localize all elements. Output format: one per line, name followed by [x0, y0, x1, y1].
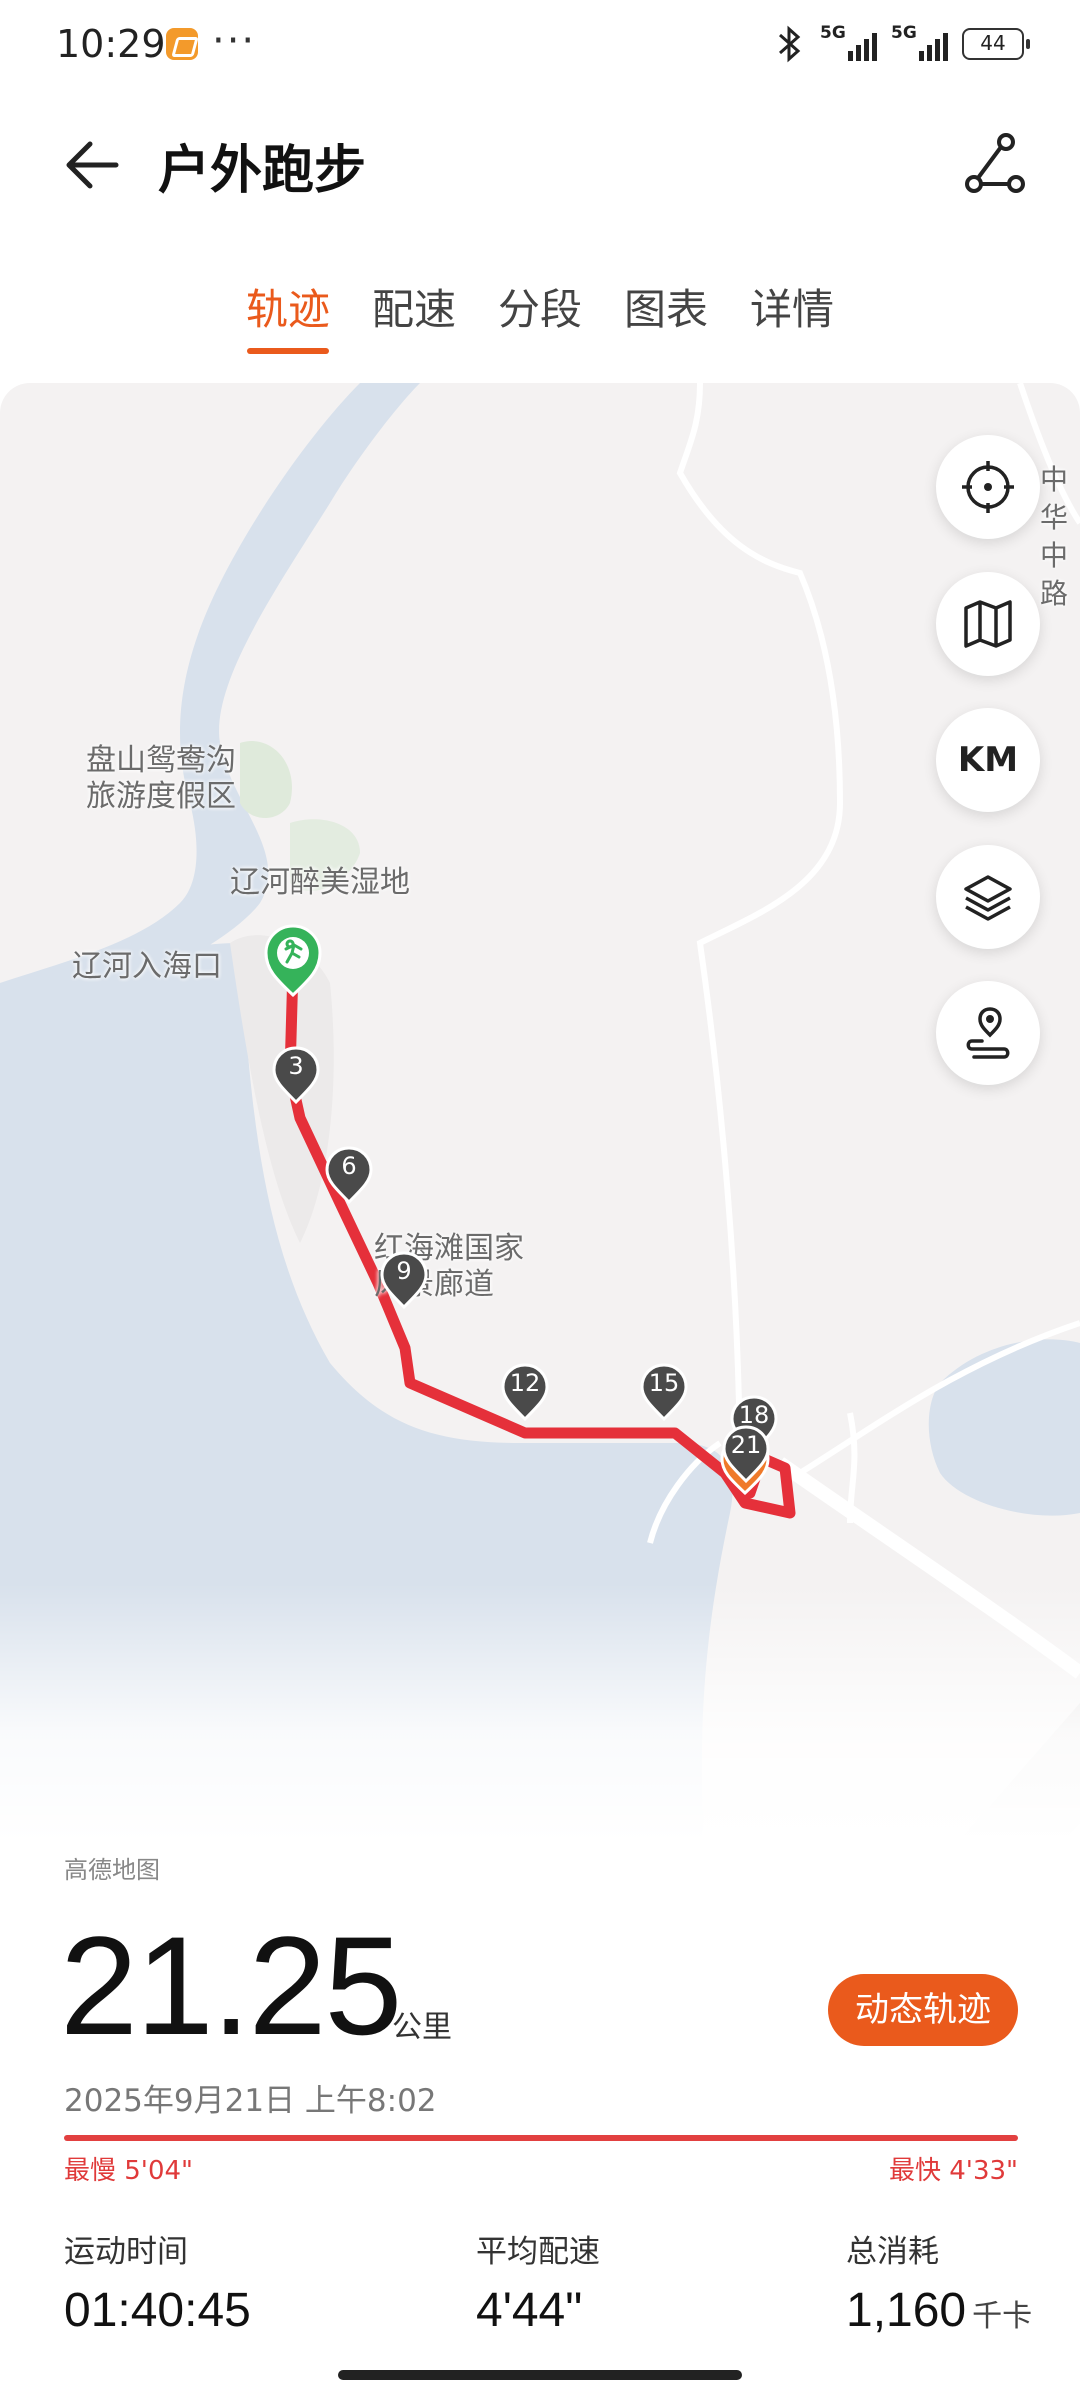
stat-calories: 总消耗 1,160 千卡	[846, 2226, 1032, 2338]
stat-value: 1,160 千卡	[846, 2284, 1033, 2337]
stat-label: 平均配速	[476, 2234, 600, 2270]
map-label-resort: 盘山鸳鸯沟 旅游度假区	[86, 743, 236, 814]
route-pin-button[interactable]	[936, 981, 1040, 1085]
arrow-left-icon[interactable]	[58, 130, 128, 200]
map-type-button[interactable]	[936, 572, 1040, 676]
distance-value: 21.25	[60, 1907, 402, 2064]
tab-details[interactable]: 详情	[729, 280, 855, 360]
status-icons: 5G 5G 44	[772, 23, 1030, 64]
signal-icon: 5G	[820, 23, 877, 61]
route-share-icon[interactable]	[960, 130, 1030, 200]
km-toggle-label: KM	[957, 740, 1019, 780]
fastest-pace: 最快 4'33"	[889, 2156, 1018, 2186]
stat-duration: 运动时间 01:40:45	[64, 2226, 251, 2338]
layers-icon	[964, 875, 1012, 921]
dynamic-track-button[interactable]: 动态轨迹	[828, 1974, 1018, 2046]
layers-button[interactable]	[936, 845, 1040, 949]
map-label-estuary: 辽河入海口	[72, 949, 222, 984]
stat-value: 4'44"	[476, 2284, 583, 2337]
pace-legend-bar	[64, 2135, 1018, 2141]
map-label-wetland: 辽河醉美湿地	[230, 865, 410, 900]
locate-button[interactable]	[936, 435, 1040, 539]
workout-date: 2025年9月21日 上午8:02	[64, 2083, 437, 2119]
stat-value: 01:40:45	[64, 2284, 251, 2337]
km-marker[interactable]: 9	[380, 1251, 428, 1310]
status-bar: 10:29 ··· 5G 5G 44	[0, 0, 1080, 90]
km-marker[interactable]: 21	[722, 1425, 770, 1484]
map-label-road: 中 华 中 路	[1040, 463, 1069, 610]
header: 户外跑步	[0, 100, 1080, 230]
home-indicator[interactable]	[338, 2370, 742, 2380]
stat-label: 运动时间	[64, 2234, 188, 2270]
stat-label: 总消耗	[846, 2234, 939, 2270]
tab-track[interactable]: 轨迹	[225, 280, 351, 360]
tab-charts[interactable]: 图表	[603, 280, 729, 360]
map-icon	[964, 600, 1012, 648]
distance-unit: 公里	[392, 2010, 452, 2045]
bluetooth-icon	[779, 25, 801, 63]
km-toggle-button[interactable]: KM	[936, 708, 1040, 812]
app-notification-icon	[166, 28, 198, 60]
page-title: 户外跑步	[158, 141, 367, 201]
slowest-pace: 最慢 5'04"	[64, 2156, 193, 2186]
stat-avg-pace: 平均配速 4'44"	[476, 2226, 600, 2338]
battery-icon: 44	[962, 28, 1030, 60]
signal-icon: 5G	[891, 23, 948, 61]
km-marker[interactable]: 6	[325, 1146, 373, 1205]
route-pin-icon	[966, 1007, 1010, 1059]
km-marker[interactable]: 3	[272, 1046, 320, 1105]
km-marker[interactable]: 15	[640, 1363, 688, 1422]
more-notifications-icon: ···	[212, 18, 257, 64]
tab-bar: 轨迹 配速 分段 图表 详情	[0, 280, 1080, 360]
km-marker[interactable]: 12	[501, 1363, 549, 1422]
map-provider: 高德地图	[64, 1856, 160, 1884]
tab-splits[interactable]: 分段	[477, 280, 603, 360]
crosshair-icon	[962, 461, 1014, 513]
tab-pace[interactable]: 配速	[351, 280, 477, 360]
status-time: 10:29	[56, 22, 166, 66]
stat-unit: 千卡	[972, 2300, 1033, 2333]
